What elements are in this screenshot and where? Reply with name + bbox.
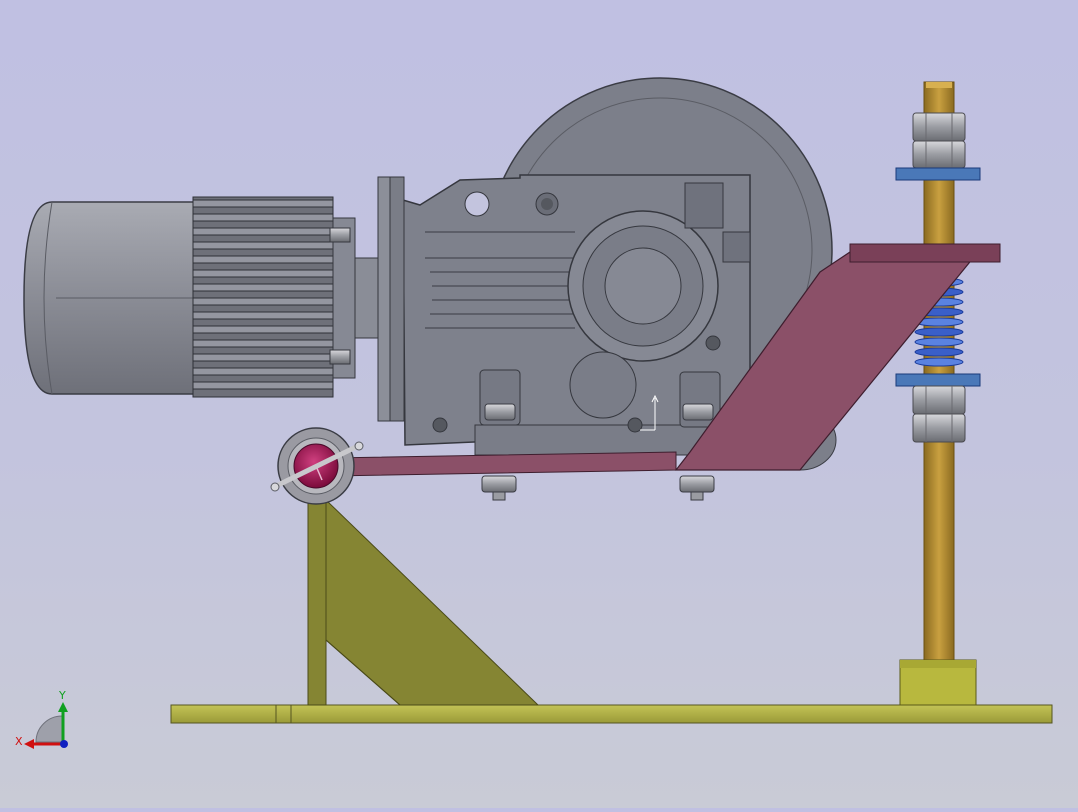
support-frame: [307, 494, 540, 706]
upper-nut-stack: [895, 112, 981, 181]
pivot-hub: [270, 427, 364, 505]
z-axis-dot: [60, 740, 68, 748]
coordinate-triad: Y X: [15, 689, 68, 749]
assembly-drawing: Y X: [15, 77, 1053, 749]
x-axis-label: X: [15, 735, 23, 748]
mount-bolts: [481, 475, 715, 501]
rod-foot-bushing: [899, 659, 977, 706]
y-axis-label: Y: [58, 689, 66, 702]
base-plate: [170, 704, 1053, 724]
cad-viewport[interactable]: Y X: [0, 0, 1078, 808]
lower-nut-stack: [895, 373, 981, 443]
electric-motor: [23, 196, 379, 398]
